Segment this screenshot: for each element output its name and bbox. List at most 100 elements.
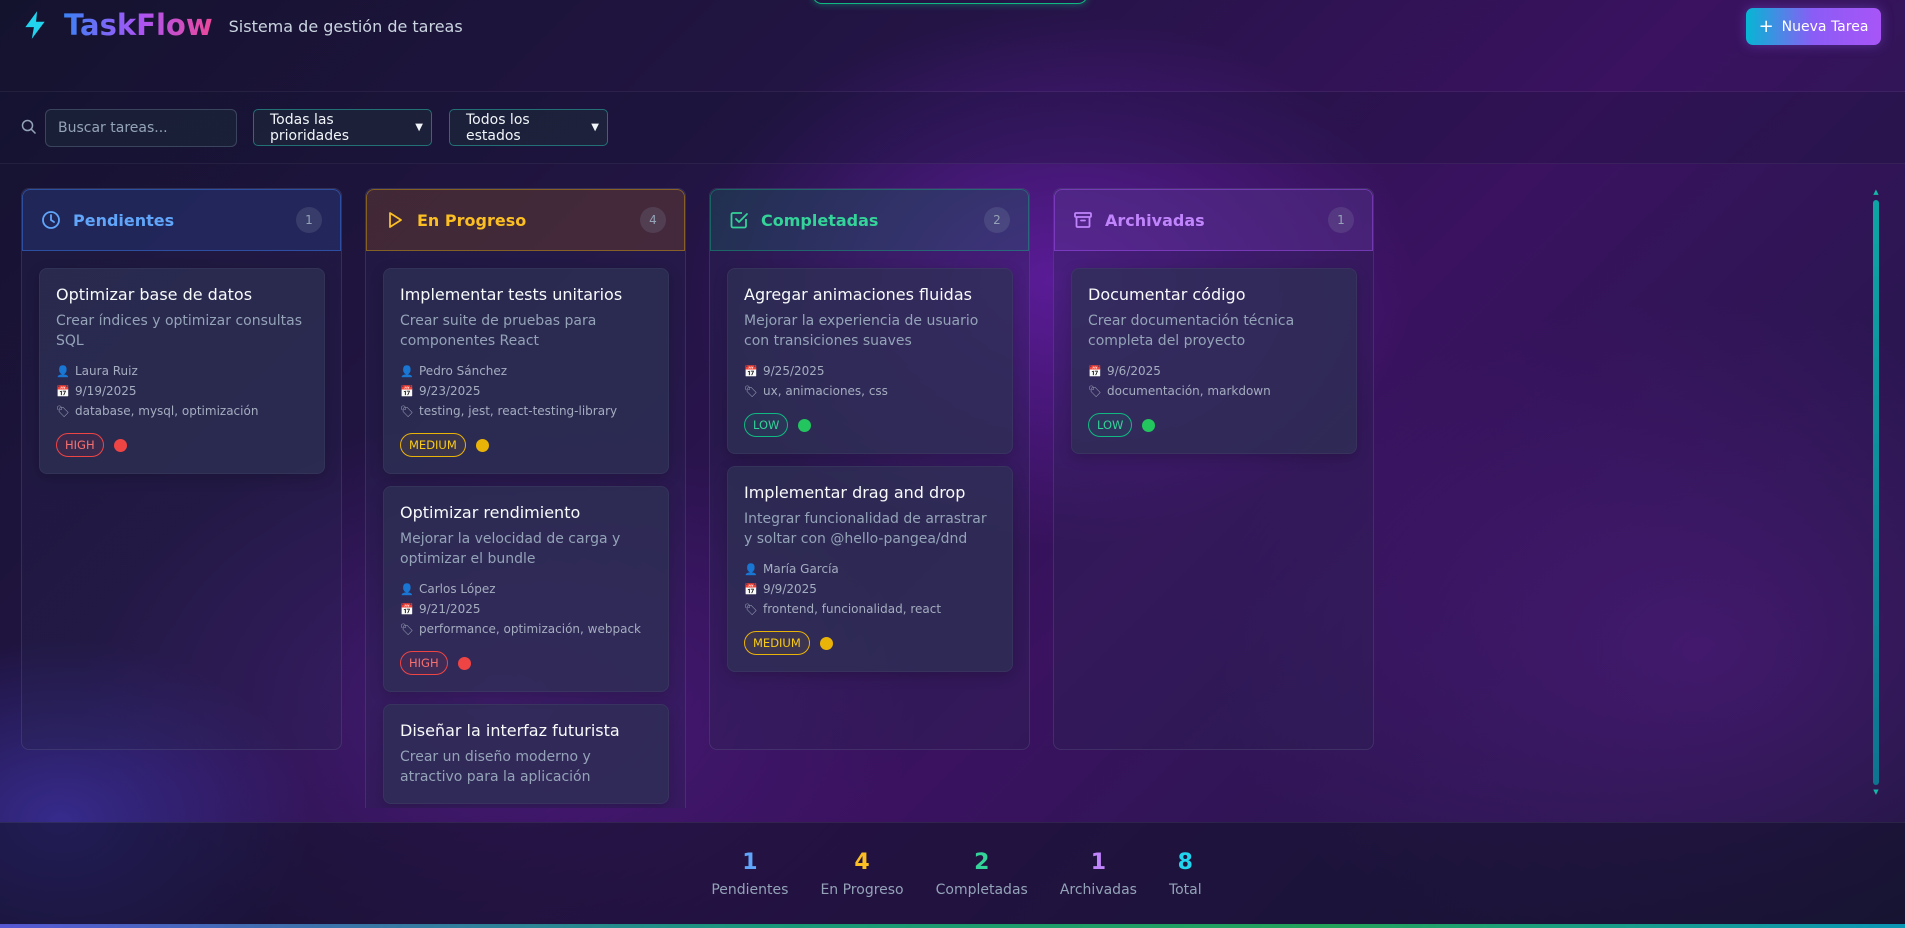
task-card[interactable]: Agregar animaciones fluidas Mejorar la e… [727, 268, 1013, 454]
task-assignee: María García [763, 562, 839, 576]
clock-icon [41, 210, 61, 230]
stat-label: En Progreso [820, 882, 904, 898]
task-date: 9/25/2025 [763, 364, 825, 378]
priority-dot [798, 418, 812, 432]
stat-archivadas: 1 Archivadas [1060, 850, 1137, 898]
task-title: Implementar drag and drop [744, 483, 966, 502]
task-description: Crear un diseño moderno y atractivo para… [400, 749, 591, 785]
board-scrollbar[interactable]: ▲ ▼ [1872, 188, 1880, 798]
task-card[interactable]: Optimizar base de datos Crear índices y … [39, 268, 325, 474]
column-pendientes: Pendientes 1 Optimizar base de datos Cre… [21, 188, 342, 750]
stat-label: Total [1168, 882, 1202, 898]
app-logo-text: TaskFlow [64, 8, 213, 42]
column-header: En Progreso 4 [366, 189, 685, 251]
brand: TaskFlow Sistema de gestión de tareas [22, 8, 463, 42]
task-card[interactable]: Optimizar rendimiento Mejorar la velocid… [383, 486, 669, 692]
priority-badge: MEDIUM [744, 631, 810, 655]
stat-label: Pendientes [711, 882, 789, 898]
scroll-down-arrow-icon[interactable]: ▼ [1872, 788, 1880, 796]
task-date: 9/23/2025 [419, 384, 481, 398]
state-filter-value: Todos los estados [466, 111, 530, 144]
task-description: Integrar funcionalidad de arrastrar y so… [744, 511, 987, 547]
stat-label: Archivadas [1059, 882, 1137, 898]
calendar-icon: 📅 [1088, 364, 1102, 378]
priority-badge: MEDIUM [400, 433, 466, 457]
stat-value: 4 [854, 850, 870, 875]
task-date: 9/9/2025 [763, 582, 817, 596]
task-description: Crear suite de pruebas para componentes … [400, 313, 597, 349]
search-icon [21, 119, 37, 135]
priority-badge: HIGH [400, 651, 448, 675]
column-header: Pendientes 1 [22, 189, 341, 251]
column-archivadas: Archivadas 1 Documentar código Crear doc… [1053, 188, 1374, 750]
user-icon: 👤 [400, 582, 414, 596]
column-count-badge: 1 [296, 207, 322, 233]
task-title: Documentar código [1088, 285, 1246, 304]
column-count-badge: 2 [984, 207, 1010, 233]
priority-badge: LOW [1088, 413, 1133, 437]
calendar-icon: 📅 [56, 384, 70, 398]
task-description: Mejorar la velocidad de carga y optimiza… [400, 531, 621, 567]
stat-value: 2 [974, 850, 990, 875]
task-card[interactable]: Documentar código Crear documentación té… [1071, 268, 1357, 454]
column-completadas: Completadas 2 Agregar animaciones fluida… [709, 188, 1030, 750]
task-assignee: Carlos López [419, 582, 496, 596]
new-task-label: Nueva Tarea [1781, 18, 1869, 35]
task-description: Crear documentación técnica completa del… [1088, 313, 1295, 349]
column-title: Pendientes [73, 210, 175, 230]
task-card[interactable]: Implementar tests unitarios Crear suite … [383, 268, 669, 474]
bottom-accent-line [0, 924, 1905, 928]
column-count-badge: 1 [1328, 207, 1354, 233]
user-icon: 👤 [400, 364, 414, 378]
tag-icon: 🏷 [744, 384, 758, 398]
play-icon [385, 210, 405, 230]
chevron-down-icon: ▼ [415, 122, 423, 133]
priority-dot [475, 438, 489, 452]
task-date: 9/21/2025 [419, 602, 481, 616]
task-tags: documentación, markdown [1107, 384, 1271, 398]
priority-badge: LOW [744, 413, 789, 437]
scroll-up-arrow-icon[interactable]: ▲ [1872, 188, 1880, 196]
tag-icon: 🏷 [400, 622, 414, 636]
chevron-down-icon: ▼ [591, 122, 599, 133]
task-tags: ux, animaciones, css [763, 384, 888, 398]
stat-pendientes: 1 Pendientes [711, 850, 788, 898]
column-title: Completadas [761, 210, 879, 230]
task-date: 9/19/2025 [75, 384, 137, 398]
state-filter-select[interactable]: Todos los estados ▼ [449, 109, 608, 146]
column-count-badge: 4 [640, 207, 666, 233]
task-title: Diseñar la interfaz futurista [400, 721, 620, 740]
tag-icon: 🏷 [744, 602, 758, 616]
priority-filter-value: Todas las prioridades [270, 111, 350, 144]
calendar-icon: 📅 [400, 602, 414, 616]
kanban-board: Pendientes 1 Optimizar base de datos Cre… [0, 164, 1905, 822]
app-subtitle: Sistema de gestión de tareas [228, 16, 463, 36]
stats-footer: 1 Pendientes 4 En Progreso 2 Completadas… [0, 822, 1905, 925]
stat-value: 1 [742, 850, 758, 875]
priority-dot [1142, 418, 1156, 432]
tag-icon: 🏷 [400, 404, 414, 418]
task-description: Mejorar la experiencia de usuario con tr… [744, 313, 979, 349]
column-header: Completadas 2 [710, 189, 1029, 251]
priority-filter-select[interactable]: Todas las prioridades ▼ [253, 109, 432, 146]
scrollbar-thumb[interactable] [1873, 200, 1879, 785]
archive-icon [1073, 210, 1093, 230]
priority-dot [113, 438, 127, 452]
task-tags: frontend, funcionalidad, react [763, 602, 942, 616]
task-card[interactable]: Diseñar la interfaz futurista Crear un d… [383, 704, 669, 804]
filters-bar: Todas las prioridades ▼ Todos los estado… [0, 92, 1905, 164]
tag-icon: 🏷 [56, 404, 70, 418]
task-assignee: Pedro Sánchez [419, 364, 508, 378]
calendar-icon: 📅 [744, 364, 758, 378]
plus-icon: + [1758, 15, 1774, 37]
new-task-button[interactable]: + Nueva Tarea [1746, 8, 1881, 45]
column-title: Archivadas [1105, 210, 1205, 230]
stat-completadas: 2 Completadas [936, 850, 1028, 898]
task-card[interactable]: Implementar drag and drop Integrar funci… [727, 466, 1013, 672]
search-input[interactable] [45, 109, 237, 147]
task-tags: database, mysql, optimización [75, 404, 259, 418]
column-header: Archivadas 1 [1054, 189, 1373, 251]
task-date: 9/6/2025 [1107, 364, 1161, 378]
task-title: Optimizar base de datos [56, 285, 253, 304]
task-title: Implementar tests unitarios [400, 285, 623, 304]
